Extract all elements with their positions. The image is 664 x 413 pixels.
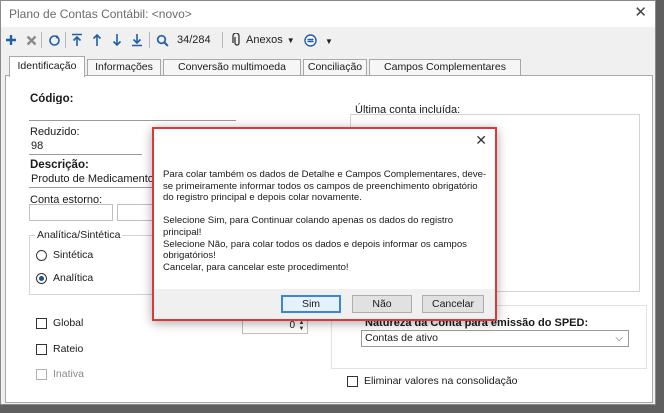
window-title: Plano de Contas Contábil: <novo> <box>9 7 192 21</box>
sintetica-radio[interactable]: Sintética <box>36 249 93 261</box>
reduzido-label: Reduzido: <box>30 126 80 138</box>
anexos-button[interactable]: Anexos ▼ <box>232 30 295 50</box>
stepper-arrows-icon[interactable]: ▲ ▼ <box>297 320 306 332</box>
sped-select[interactable]: Contas de ativo ⌵ <box>361 330 629 347</box>
refresh-icon[interactable] <box>46 30 62 50</box>
plus-icon[interactable] <box>4 30 18 50</box>
paperclip-icon <box>232 33 240 46</box>
sped-select-value: Contas de ativo <box>365 332 438 344</box>
checkbox-box <box>36 343 47 355</box>
analitica-radio-label: Analítica <box>53 272 94 284</box>
dialog-line-cancelar: Cancelar, para cancelar este procediment… <box>163 261 349 273</box>
delete-icon[interactable] <box>24 30 38 50</box>
checkbox-box <box>36 368 47 380</box>
anexos-label: Anexos <box>246 34 283 46</box>
inativa-checkbox-label: Inativa <box>53 368 84 380</box>
toolbar-separator <box>149 32 150 48</box>
options-icon[interactable] <box>301 30 319 50</box>
dialog-message: Para colar também os dados de Detalhe e … <box>163 169 488 273</box>
toolbar-separator <box>41 32 42 48</box>
dialog-line-sim: Selecione Sim, para Continuar colando ap… <box>163 215 454 238</box>
sintetica-radio-label: Sintética <box>53 249 94 261</box>
inativa-checkbox: Inativa <box>36 368 84 380</box>
tab-conciliacao[interactable]: Conciliação <box>303 59 367 76</box>
first-record-icon[interactable] <box>69 30 85 50</box>
tab-informacoes[interactable]: Informações <box>87 59 161 76</box>
record-counter: 34/284 <box>177 34 211 46</box>
tab-identificacao[interactable]: Identificação <box>9 56 85 77</box>
rateio-checkbox[interactable]: Rateio <box>36 343 83 355</box>
eliminar-checkbox[interactable]: Eliminar valores na consolidação <box>347 375 518 387</box>
search-icon[interactable] <box>154 30 170 50</box>
analitica-radio[interactable]: Analítica <box>36 272 93 284</box>
descricao-label: Descrição: <box>30 159 89 171</box>
radio-indicator <box>36 249 47 261</box>
nao-button[interactable]: Não <box>352 295 412 313</box>
sim-button[interactable]: Sim <box>281 295 341 313</box>
conta-estorno-field[interactable] <box>29 204 113 221</box>
next-record-icon[interactable] <box>109 30 125 50</box>
codigo-field[interactable] <box>29 104 236 121</box>
chevron-down-icon: ⌵ <box>615 333 623 344</box>
cancelar-button[interactable]: Cancelar <box>422 295 484 313</box>
chevron-down-icon: ▼ <box>286 35 295 45</box>
tab-campos-complementares[interactable]: Campos Complementares <box>369 59 521 76</box>
global-checkbox-label: Global <box>53 317 84 329</box>
toolbar: 34/284 Anexos ▼ ▼ <box>1 27 655 53</box>
dialog-close-button[interactable]: ✕ <box>475 132 487 149</box>
reduzido-field[interactable]: 98 <box>29 138 142 155</box>
previous-record-icon[interactable] <box>89 30 105 50</box>
descricao-field[interactable]: Produto de Medicamento <box>29 171 161 188</box>
title-bar: Plano de Contas Contábil: <novo> ✕ <box>1 1 655 27</box>
checkbox-box <box>36 317 47 329</box>
checkbox-box <box>347 375 358 387</box>
dialog-line-nao: Selecione Não, para colar todos os dados… <box>163 238 467 262</box>
radio-indicator <box>36 272 47 284</box>
stepper-value: 0 <box>289 320 295 331</box>
last-record-icon[interactable] <box>129 30 145 50</box>
tab-conversao-multimoeda[interactable]: Conversão multimoeda <box>163 59 301 76</box>
global-checkbox[interactable]: Global <box>36 317 83 329</box>
window-close-button[interactable]: ✕ <box>634 3 647 21</box>
dialog-paragraph-info: Para colar também os dados de Detalhe e … <box>163 169 487 204</box>
eliminar-checkbox-label: Eliminar valores na consolidação <box>364 375 518 387</box>
chevron-down-icon[interactable]: ▼ <box>325 37 333 46</box>
toolbar-separator <box>65 32 66 48</box>
confirm-dialog: ✕ Para colar também os dados de Detalhe … <box>152 127 497 321</box>
rateio-checkbox-label: Rateio <box>53 343 84 355</box>
tab-strip: Identificação Informações Conversão mult… <box>1 56 655 77</box>
analitica-sintetica-legend: Analítica/Sintética <box>35 229 123 241</box>
toolbar-separator <box>222 32 223 48</box>
